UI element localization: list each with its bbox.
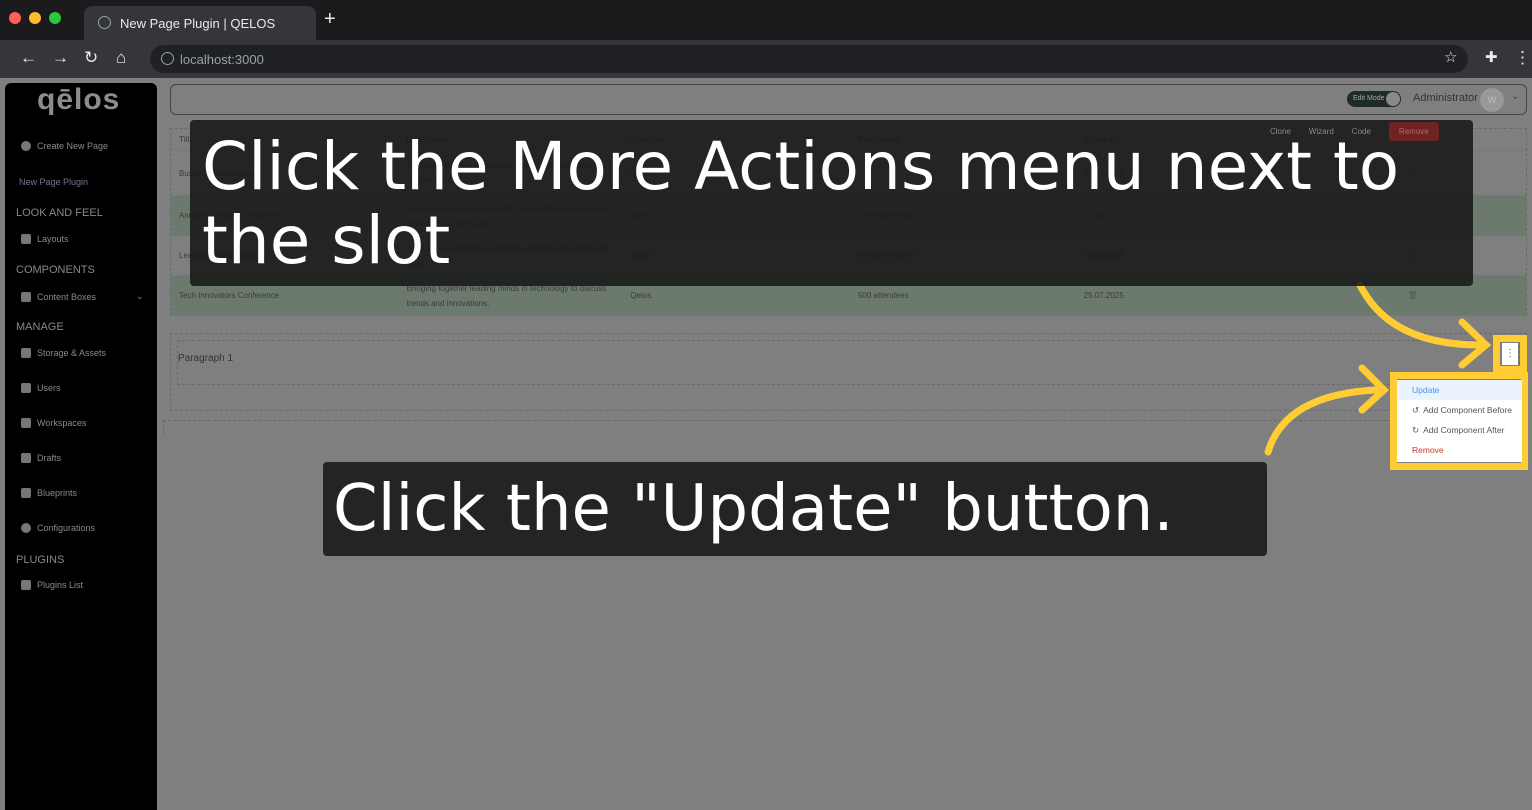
more-actions-menu: Update ↺ Add Component Before ↻ Add Compon… — [1397, 380, 1522, 462]
label: Add Component Before — [1423, 405, 1512, 415]
instruction-caption-bottom: Click the "Update" button. — [323, 462, 1267, 556]
undo-icon: ↺ — [1412, 405, 1420, 415]
menu-item-update[interactable]: Update — [1397, 380, 1522, 400]
arrow-top — [1356, 281, 1484, 349]
menu-item-add-before[interactable]: ↺ Add Component Before — [1397, 400, 1522, 420]
wizard-button[interactable]: Wizard — [1309, 127, 1334, 136]
more-actions-button[interactable]: ⋮ — [1502, 343, 1518, 365]
arrow-bottom — [1264, 386, 1379, 456]
instruction-caption-top: Click the More Actions menu next to the … — [190, 120, 1473, 286]
clone-button[interactable]: Clone — [1270, 127, 1291, 136]
component-toolbar: Clone Wizard Code Remove — [1270, 122, 1439, 141]
label: Add Component After — [1423, 425, 1505, 435]
label: Remove — [1412, 445, 1444, 455]
remove-button[interactable]: Remove — [1388, 122, 1439, 141]
label: Update — [1412, 385, 1440, 395]
code-button[interactable]: Code — [1352, 127, 1371, 136]
redo-icon: ↻ — [1412, 425, 1420, 435]
menu-item-remove[interactable]: Remove — [1397, 440, 1522, 460]
menu-item-add-after[interactable]: ↻ Add Component After — [1397, 420, 1522, 440]
